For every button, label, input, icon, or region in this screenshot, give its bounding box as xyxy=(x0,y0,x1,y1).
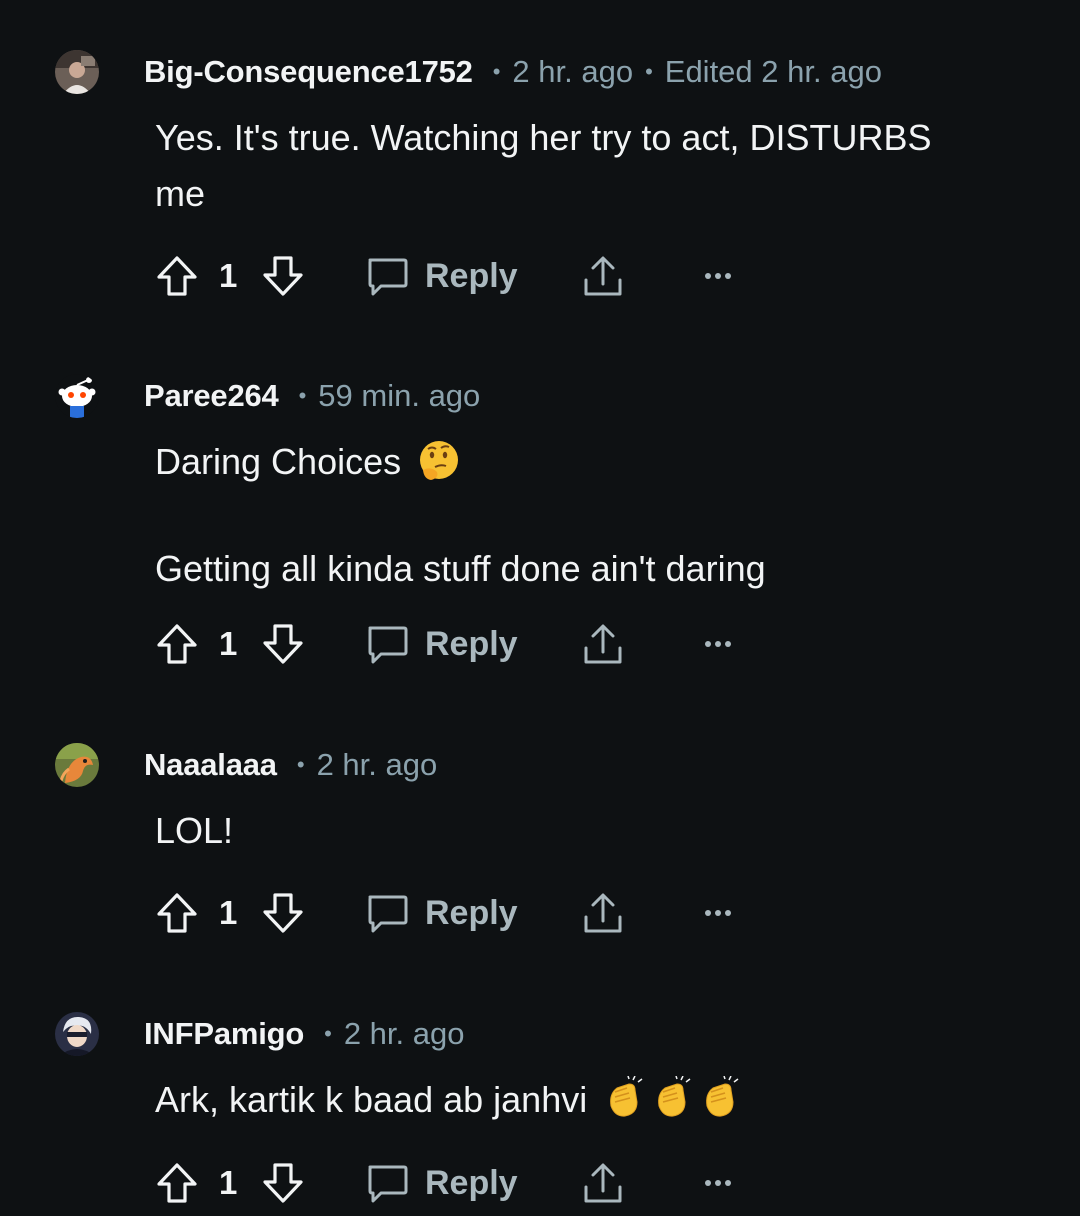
avatar[interactable] xyxy=(55,743,99,787)
timestamp: 2 hr. ago xyxy=(343,1016,465,1051)
comment-meta: Big-Consequence1752 • 2 hr. ago • Edited… xyxy=(144,50,882,94)
more-icon xyxy=(705,1180,731,1186)
reply-label: Reply xyxy=(425,256,518,295)
more-icon xyxy=(705,641,731,647)
username[interactable]: Naaalaaa xyxy=(144,747,277,783)
separator-dot: • xyxy=(296,752,305,777)
more-options-button[interactable] xyxy=(703,1159,735,1207)
downvote-button[interactable] xyxy=(261,1159,305,1207)
reply-icon xyxy=(368,895,408,933)
downvote-button[interactable] xyxy=(261,620,305,668)
downvote-button[interactable] xyxy=(261,889,305,937)
username[interactable]: INFPamigo xyxy=(144,1016,304,1052)
comment-actions: 1 Reply xyxy=(155,620,775,668)
separator-dot: • xyxy=(492,59,501,84)
avatar[interactable] xyxy=(55,374,99,418)
share-button[interactable] xyxy=(581,252,625,300)
comment-meta: INFPamigo • 2 hr. ago xyxy=(144,1012,464,1056)
downvote-icon xyxy=(263,256,303,296)
reply-icon xyxy=(368,626,408,664)
more-options-button[interactable] xyxy=(703,620,735,668)
comment-text: Ark, kartik k baad ab janhvi xyxy=(155,1079,588,1120)
comment-body: Ark, kartik k baad ab janhvi xyxy=(155,1072,1015,1136)
comment-text: Yes. It's true. Watching her try to act,… xyxy=(155,117,932,214)
comment-body: Yes. It's true. Watching her try to act,… xyxy=(155,110,985,222)
reply-label: Reply xyxy=(425,1163,518,1202)
separator-dot: • xyxy=(324,1021,332,1046)
edited-label: Edited 2 hr. ago xyxy=(664,54,882,89)
share-icon xyxy=(584,624,622,664)
share-icon xyxy=(584,256,622,296)
more-options-button[interactable] xyxy=(703,889,735,937)
downvote-button[interactable] xyxy=(261,252,305,300)
share-button[interactable] xyxy=(581,889,625,937)
downvote-icon xyxy=(263,624,303,664)
reply-icon xyxy=(368,1165,408,1203)
comment-meta: Naaalaaa • 2 hr. ago xyxy=(144,743,437,787)
upvote-icon xyxy=(157,1163,197,1203)
vote-count: 1 xyxy=(219,894,238,931)
comment-text: Getting all kinda stuff done ain't darin… xyxy=(155,548,766,589)
timestamp: 2 hr. ago xyxy=(316,747,438,782)
upvote-button[interactable] xyxy=(155,620,199,668)
share-button[interactable] xyxy=(581,1159,625,1207)
comment-actions: 1 Reply xyxy=(155,252,775,300)
separator-dot: • xyxy=(645,59,653,84)
comment-text: Daring Choices xyxy=(155,441,402,482)
reply-icon xyxy=(368,258,408,296)
comment-actions: 1 Reply xyxy=(155,889,775,937)
more-options-button[interactable] xyxy=(703,252,735,300)
vote-count: 1 xyxy=(219,1164,238,1201)
upvote-button[interactable] xyxy=(155,889,199,937)
comment-body: LOL! xyxy=(155,803,1015,859)
share-icon xyxy=(584,893,622,933)
reply-button[interactable]: Reply xyxy=(365,620,518,668)
comment-meta: Paree264 • 59 min. ago xyxy=(144,374,480,418)
timestamp: 2 hr. ago xyxy=(512,54,634,89)
thinking-face-emoji xyxy=(417,438,461,498)
reply-button[interactable]: Reply xyxy=(365,252,518,300)
vote-count: 1 xyxy=(219,257,238,294)
share-button[interactable] xyxy=(581,620,625,668)
upvote-button[interactable] xyxy=(155,252,199,300)
timestamp: 59 min. ago xyxy=(318,378,481,413)
username[interactable]: Big-Consequence1752 xyxy=(144,54,473,90)
upvote-icon xyxy=(157,893,197,933)
downvote-icon xyxy=(263,893,303,933)
share-icon xyxy=(584,1163,622,1203)
reply-button[interactable]: Reply xyxy=(365,889,518,937)
avatar[interactable] xyxy=(55,1012,99,1056)
downvote-icon xyxy=(263,1163,303,1203)
upvote-button[interactable] xyxy=(155,1159,199,1207)
vote-count: 1 xyxy=(219,625,238,662)
comment-text: LOL! xyxy=(155,810,234,851)
reply-button[interactable]: Reply xyxy=(365,1159,518,1207)
more-icon xyxy=(705,910,731,916)
comment-actions: 1 Reply xyxy=(155,1159,775,1207)
avatar[interactable] xyxy=(55,50,99,94)
more-icon xyxy=(705,273,731,279)
reply-label: Reply xyxy=(425,893,518,932)
reply-label: Reply xyxy=(425,624,518,663)
username[interactable]: Paree264 xyxy=(144,378,279,414)
clapping-hands-emoji xyxy=(603,1075,747,1136)
separator-dot: • xyxy=(298,383,307,408)
upvote-icon xyxy=(157,624,197,664)
comment-body: Daring Choices Getting all kinda stuff d… xyxy=(155,434,1015,597)
upvote-icon xyxy=(157,256,197,296)
